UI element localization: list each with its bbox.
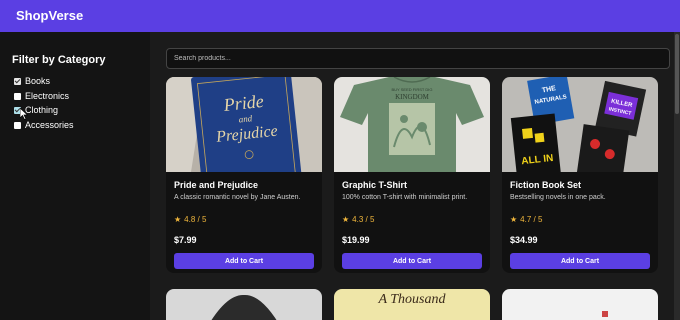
category-label: Books	[25, 76, 51, 86]
svg-text:A Thousand: A Thousand	[377, 292, 446, 307]
product-title[interactable]: Graphic T-Shirt	[342, 180, 407, 190]
product-description: A classic romantic novel by Jane Austen.	[174, 194, 301, 201]
add-to-cart-button[interactable]: Add to Cart	[342, 253, 482, 269]
category-label: Accessories	[25, 120, 74, 130]
product-price: $19.99	[342, 235, 370, 245]
product-rating: ★ 4.3 / 5	[342, 215, 374, 224]
add-to-cart-button[interactable]: Add to Cart	[510, 253, 650, 269]
checkbox-books[interactable]	[14, 77, 21, 85]
product-description: 100% cotton T-shirt with minimalist prin…	[342, 194, 468, 201]
top-navbar: ShopVerse	[0, 0, 680, 32]
star-icon: ★	[510, 215, 518, 224]
product-rating: ★ 4.8 / 5	[174, 215, 206, 224]
product-description: Bestselling novels in one pack.	[510, 194, 606, 201]
product-card-partial[interactable]	[166, 289, 322, 320]
product-image[interactable]: THE NATURALS KILLER INSTINCT ALL IN	[502, 77, 658, 172]
product-price: $34.99	[510, 235, 538, 245]
product-area: Pride and Prejudice Pride and Prejudice …	[150, 32, 680, 320]
product-card: BUY SEED FIRST DIG KINGDOM Graphic T-Shi…	[334, 77, 490, 273]
filter-title: Filter by Category	[12, 54, 106, 66]
search-input[interactable]	[166, 48, 670, 69]
rating-value: 4.7 / 5	[520, 215, 543, 224]
product-card-partial[interactable]	[502, 289, 658, 320]
category-label: Clothing	[25, 105, 59, 115]
rating-value: 4.3 / 5	[352, 215, 375, 224]
svg-text:Pride: Pride	[222, 91, 265, 115]
svg-text:and: and	[238, 113, 253, 124]
category-electronics[interactable]: Electronics	[14, 91, 69, 101]
svg-text:BUY SEED FIRST DIG: BUY SEED FIRST DIG	[392, 87, 433, 92]
checkbox-electronics[interactable]	[14, 92, 21, 100]
product-image[interactable]: Pride and Prejudice	[166, 77, 322, 172]
brand-logo[interactable]: ShopVerse	[16, 8, 83, 23]
star-icon: ★	[342, 215, 350, 224]
category-accessories[interactable]: Accessories	[14, 120, 74, 130]
checkbox-accessories[interactable]	[14, 121, 21, 129]
product-image[interactable]: BUY SEED FIRST DIG KINGDOM	[334, 77, 490, 172]
product-card-partial[interactable]: A Thousand	[334, 289, 490, 320]
add-to-cart-button[interactable]: Add to Cart	[174, 253, 314, 269]
product-title[interactable]: Pride and Prejudice	[174, 180, 258, 190]
product-price: $7.99	[174, 235, 197, 245]
product-card: Pride and Prejudice Pride and Prejudice …	[166, 77, 322, 273]
filter-sidebar: Filter by Category Books Electronics Clo…	[0, 32, 150, 320]
scrollbar-thumb[interactable]	[675, 34, 679, 114]
product-rating: ★ 4.7 / 5	[510, 215, 542, 224]
product-card: THE NATURALS KILLER INSTINCT ALL IN Fictio…	[502, 77, 658, 273]
category-label: Electronics	[25, 91, 70, 101]
mouse-cursor-icon	[20, 108, 28, 120]
category-books[interactable]: Books	[14, 76, 50, 86]
star-icon: ★	[174, 215, 182, 224]
product-title[interactable]: Fiction Book Set	[510, 180, 581, 190]
rating-value: 4.8 / 5	[184, 215, 207, 224]
svg-text:KINGDOM: KINGDOM	[395, 93, 430, 101]
